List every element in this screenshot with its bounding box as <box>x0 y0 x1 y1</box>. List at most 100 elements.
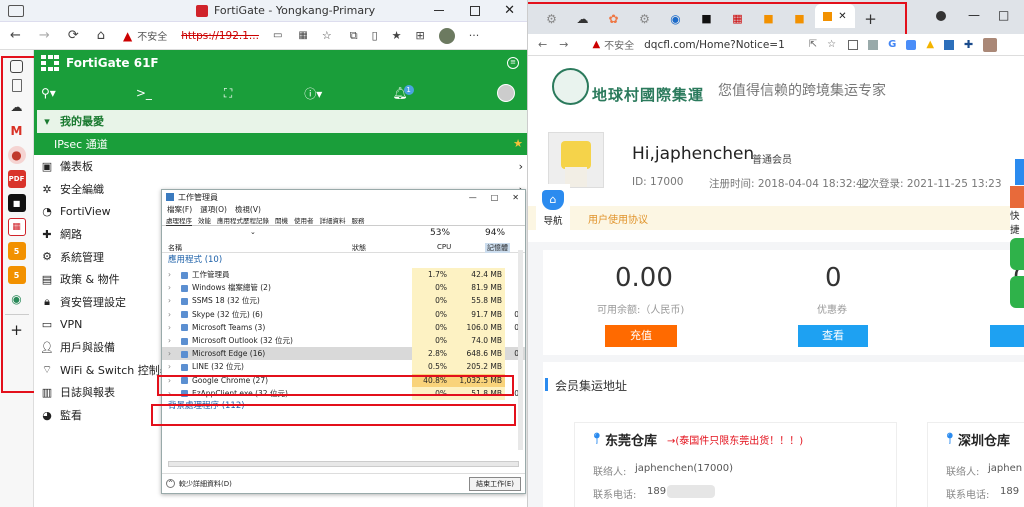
expand-chevron-icon[interactable]: › <box>168 283 171 292</box>
menu-view[interactable]: 檢視(V) <box>235 204 261 215</box>
security-label[interactable]: 不安全 <box>604 37 634 52</box>
tab-photos-icon[interactable]: ✿ <box>598 12 629 26</box>
expand-chevron-icon[interactable]: › <box>168 310 171 319</box>
tab-gear-icon[interactable]: ⚙ <box>536 12 567 26</box>
tm-minimize-icon[interactable]: — <box>469 193 477 202</box>
table-row[interactable]: › Skype (32 位元) (6) 0% 91.7 MB 0 <box>162 307 525 321</box>
menu-options[interactable]: 選項(O) <box>200 204 227 215</box>
expand-chevron-icon[interactable]: › <box>168 362 171 371</box>
expand-chevron-icon[interactable]: › <box>168 389 171 398</box>
chrome-profile-avatar[interactable] <box>983 37 998 52</box>
expand-chevron-icon[interactable]: › <box>168 270 171 279</box>
table-row[interactable]: › Windows 檔案總管 (2) 0% 81.9 MB <box>162 281 525 295</box>
reload-icon[interactable]: ⟳ <box>68 28 79 43</box>
home-icon[interactable]: ⌂ <box>97 28 105 43</box>
nav-dashboard[interactable]: ▣ 儀表板 › <box>34 155 527 178</box>
more-icon[interactable]: ··· <box>469 29 480 42</box>
site-logo-text[interactable]: 地球村國際集運 <box>592 84 704 105</box>
search-icon[interactable]: ⚲▾ <box>41 86 56 100</box>
view-coupon-button[interactable]: 查看 <box>798 325 868 347</box>
tab-processes[interactable]: 處理程序 <box>166 215 192 226</box>
hikvision-tab-icon[interactable]: ■ <box>7 194 26 212</box>
url-text[interactable]: dqcfl.com/Home?Notice=1 <box>644 39 785 51</box>
expand-chevron-icon[interactable]: › <box>168 376 171 385</box>
tab-gear-icon-2[interactable]: ⚙ <box>629 12 660 26</box>
orange-tab-icon-2[interactable]: 5 <box>7 266 26 284</box>
vertical-scrollbar[interactable] <box>518 250 523 450</box>
tab-orange-icon-2[interactable]: ■ <box>784 12 815 25</box>
tab-users[interactable]: 使用者 <box>294 215 314 225</box>
tab-fortinet-icon[interactable]: ▦ <box>722 12 753 25</box>
minimize-icon[interactable] <box>434 10 445 11</box>
ext-icon-3[interactable] <box>906 39 917 50</box>
cloud-tab-icon[interactable]: ☁ <box>8 98 26 116</box>
favorites-bar-icon[interactable]: ★ <box>392 29 402 42</box>
table-row[interactable]: › SSMS 18 (32 位元) 0% 55.8 MB <box>162 294 525 308</box>
ext-icon-2[interactable] <box>868 39 879 50</box>
new-tab-button[interactable]: + <box>855 10 886 28</box>
close-icon[interactable]: ✕ <box>504 3 515 18</box>
fullscreen-icon[interactable]: ⛶ <box>224 86 232 101</box>
favorite-star-icon[interactable]: ★ <box>513 137 523 150</box>
third-button[interactable] <box>990 325 1024 347</box>
horizontal-scrollbar[interactable] <box>168 461 519 467</box>
menu-file[interactable]: 檔案(F) <box>167 204 192 215</box>
nav-float-button[interactable]: ⌂ 导航 <box>536 184 570 230</box>
tab-hikvision-icon[interactable]: ■ <box>691 12 722 25</box>
url-text[interactable]: https://192.1... <box>181 30 259 42</box>
puzzle-icon[interactable]: ✚ <box>964 38 973 51</box>
ext-google-icon[interactable]: G <box>888 39 896 50</box>
user-avatar[interactable] <box>548 132 604 188</box>
gmail-tab-icon[interactable]: M <box>8 122 26 140</box>
expand-chevron-icon[interactable]: › <box>168 323 171 332</box>
expand-chevron-icon[interactable]: › <box>168 296 171 305</box>
table-row[interactable]: › Microsoft Teams (3) 0% 106.0 MB 0 <box>162 320 525 334</box>
tab-orange-icon[interactable]: ■ <box>753 12 784 25</box>
globe-tab-icon[interactable]: ◉ <box>8 290 26 308</box>
col-name[interactable]: 名稱 <box>168 243 182 253</box>
table-row[interactable]: › Google Chrome (27) 40.8% 1,032.5 MB <box>162 373 525 387</box>
tab-panel-icon[interactable] <box>10 60 23 73</box>
chrome-minimize-icon[interactable]: — <box>968 8 980 22</box>
collapse-icon[interactable]: ^ <box>166 479 175 488</box>
table-row[interactable]: › EzAppClient.exe (32 位元) 0% 51.8 MB 0 <box>162 386 525 400</box>
tab-app-history[interactable]: 應用程式歷程記錄 <box>217 215 269 225</box>
fortigate-tab-icon[interactable]: ▦ <box>7 218 26 236</box>
table-row[interactable]: › LINE (32 位元) 0.5% 205.2 MB <box>162 360 525 374</box>
octopus-tab-icon[interactable]: ● <box>7 146 26 164</box>
new-tab-icon[interactable]: + <box>8 321 26 339</box>
tab-performance[interactable]: 效能 <box>198 215 211 225</box>
tab-close-icon[interactable]: ✕ <box>838 11 846 22</box>
tab-cloud-icon[interactable]: ☁ <box>567 12 598 26</box>
group-background[interactable]: 背景處理程序 (112) <box>162 400 525 413</box>
table-row[interactable]: › Microsoft Outlook (32 位元) 0% 74.0 MB <box>162 333 525 348</box>
help-icon[interactable]: ⓘ▾ <box>304 85 322 102</box>
end-task-button[interactable]: 結束工作(E) <box>469 476 521 491</box>
tab-details[interactable]: 詳細資料 <box>320 215 346 225</box>
back-icon[interactable]: ← <box>538 38 547 51</box>
pdf-tab-icon[interactable]: PDF <box>7 170 26 188</box>
table-row[interactable]: › Microsoft Edge (16) 2.8% 648.6 MB 0 <box>162 347 525 361</box>
ext-icon-1[interactable] <box>848 39 859 50</box>
page-tab-icon[interactable] <box>11 79 22 92</box>
extensions-icon[interactable]: ⧉ <box>350 29 358 43</box>
tab-startup[interactable]: 開機 <box>275 215 288 225</box>
maximize-icon[interactable] <box>470 5 481 16</box>
split-icon[interactable]: ▯ <box>372 29 378 42</box>
cli-icon[interactable]: >_ <box>136 86 152 100</box>
favorite-icon[interactable]: ☆ <box>322 29 332 42</box>
share-icon[interactable]: ⇱ <box>809 39 817 50</box>
collections-icon[interactable]: ⊞ <box>416 29 425 42</box>
active-tab[interactable]: ✕ <box>815 4 855 28</box>
menu-icon[interactable]: ≡ <box>507 57 519 69</box>
qr-icon[interactable]: ▦ <box>298 30 307 41</box>
admin-avatar[interactable] <box>497 84 515 102</box>
tab-edge-icon[interactable]: ◉ <box>660 12 691 26</box>
col-cpu[interactable]: CPU <box>437 243 451 251</box>
nav-favorites[interactable]: ▾ 我的最愛 <box>34 110 527 133</box>
tab-actions-icon[interactable] <box>8 4 24 17</box>
tm-close-icon[interactable]: ✕ <box>512 193 519 202</box>
expand-chevron-icon[interactable]: › <box>168 349 171 358</box>
profile-avatar[interactable] <box>438 27 455 44</box>
forward-icon[interactable]: → <box>559 38 568 51</box>
